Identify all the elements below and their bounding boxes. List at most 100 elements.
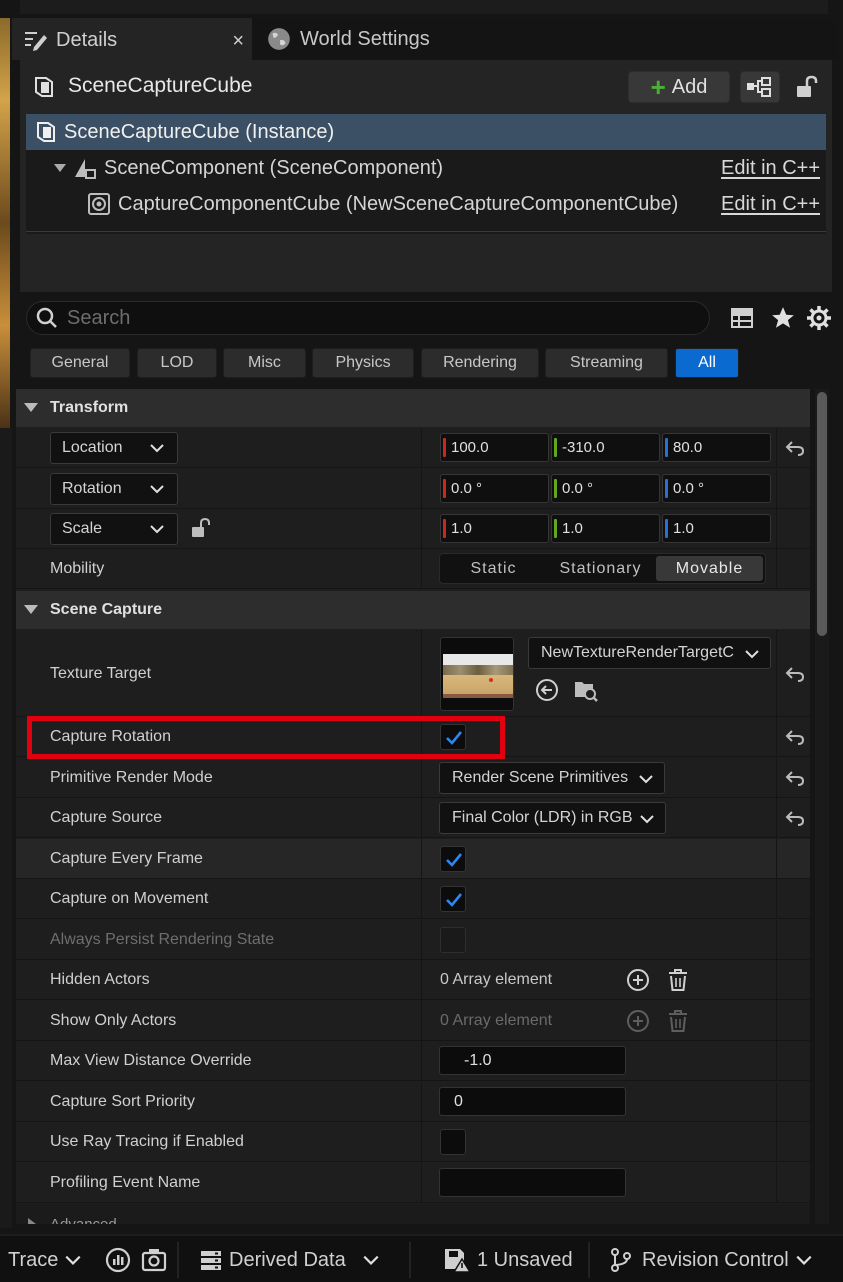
capture-every-frame-checkbox[interactable] [440,846,466,872]
mobility-movable[interactable]: Movable [656,556,763,581]
collapse-triangle-icon [24,605,38,614]
chevron-down-icon [640,815,654,824]
scale-y-field[interactable]: 1.0 [551,514,660,543]
location-mode-dropdown[interactable]: Location [50,432,178,464]
mobility-segmented-control: Static Stationary Movable [439,553,766,584]
property-row-primitive-render-mode: Primitive Render Mode Render Scene Primi… [16,758,810,798]
checkmark-icon [446,731,463,745]
tab-details[interactable]: Details × [12,18,252,60]
tab-world-settings[interactable]: World Settings [258,18,458,60]
rotation-x-field[interactable]: 0.0 ° [440,474,549,503]
location-x-field[interactable]: 100.0 [440,433,549,462]
field-value: 0.0 ° [451,480,483,497]
revision-control-menu[interactable]: Revision Control [610,1236,813,1282]
trace-menu[interactable]: Trace [8,1236,82,1282]
tree-item-capture-component[interactable]: CaptureComponentCube (NewSceneCaptureCom… [26,186,826,222]
filter-all[interactable]: All [675,348,739,378]
tree-item-label: SceneComponent (SceneComponent) [104,156,444,179]
tree-item-instance[interactable]: SceneCaptureCube (Instance) [26,114,826,150]
edit-in-cpp-link[interactable]: Edit in C++ [721,193,820,216]
search-input[interactable] [67,306,667,330]
chevron-down-icon [150,525,164,534]
reset-to-default-icon[interactable] [784,727,806,747]
mobility-static[interactable]: Static [440,554,547,583]
capture-source-dropdown[interactable]: Final Color (LDR) in RGB [439,802,666,834]
field-value: 80.0 [673,439,703,456]
dropdown-value: NewTextureRenderTargetC [541,644,734,661]
add-element-icon[interactable] [626,968,650,992]
texture-thumbnail[interactable] [440,637,514,711]
capture-on-movement-checkbox[interactable] [440,886,466,912]
browse-asset-icon[interactable] [573,677,599,703]
field-value: 100.0 [451,439,489,456]
unlock-icon[interactable] [794,74,820,100]
chevron-down-icon [65,1255,81,1265]
category-label: Scene Capture [50,601,163,618]
tree-item-label: SceneCaptureCube (Instance) [64,120,335,143]
profiling-event-name-field[interactable] [439,1168,626,1197]
screenshot-icon[interactable] [141,1247,167,1273]
filter-rendering[interactable]: Rendering [421,348,539,378]
property-row-capture-source: Capture Source Final Color (LDR) in RGB [16,798,810,838]
advanced-expander[interactable]: Advanced [16,1204,810,1224]
category-scene-capture[interactable]: Scene Capture [16,591,810,629]
checkmark-icon [446,893,463,907]
gear-icon[interactable] [806,305,832,331]
capture-sort-priority-field[interactable]: 0 [439,1087,626,1116]
chevron-down-icon [363,1255,379,1265]
close-icon[interactable]: × [232,30,244,53]
trace-record-icon[interactable] [105,1247,131,1273]
star-icon[interactable] [770,305,796,331]
property-label: Show Only Actors [50,1012,177,1029]
texture-target-dropdown[interactable]: NewTextureRenderTargetC [528,637,771,669]
property-row-capture-on-movement: Capture on Movement [16,879,810,919]
use-ray-tracing-checkbox[interactable] [440,1129,466,1155]
use-selected-asset-icon[interactable] [535,678,559,702]
reset-to-default-icon[interactable] [784,664,806,684]
location-z-field[interactable]: 80.0 [662,433,771,462]
property-row-always-persist: Always Persist Rendering State [16,920,810,960]
rotation-z-field[interactable]: 0.0 ° [662,474,771,503]
edit-in-cpp-link[interactable]: Edit in C++ [721,157,820,180]
property-matrix-icon[interactable] [730,306,754,330]
rotation-mode-dropdown[interactable]: Rotation [50,473,178,505]
scale-z-field[interactable]: 1.0 [662,514,771,543]
blueprint-icon [747,77,771,97]
unsaved-assets-button[interactable]: 1 Unsaved [443,1236,573,1282]
category-transform[interactable]: Transform [16,389,810,427]
filter-lod[interactable]: LOD [137,348,217,378]
expand-triangle-icon[interactable] [52,160,68,176]
field-value: 1.0 [673,520,694,537]
scrollbar-thumb[interactable] [817,392,827,636]
property-label: Primitive Render Mode [50,769,213,786]
filter-physics[interactable]: Physics [312,348,414,378]
filter-general[interactable]: General [30,348,130,378]
search-box[interactable] [26,301,710,335]
add-component-button[interactable]: + Add [628,71,730,103]
tree-item-scene-component[interactable]: SceneComponent (SceneComponent) Edit in … [26,150,826,186]
details-pencil-icon [25,32,47,51]
scale-mode-dropdown[interactable]: Scale [50,513,178,545]
derived-data-menu[interactable]: Derived Data [199,1236,380,1282]
max-view-distance-field[interactable]: -1.0 [439,1046,626,1075]
property-label: Use Ray Tracing if Enabled [50,1133,244,1150]
scale-x-field[interactable]: 1.0 [440,514,549,543]
unlock-icon[interactable] [190,517,212,539]
reset-to-default-icon[interactable] [784,808,806,828]
blueprint-button[interactable] [740,71,780,103]
primitive-render-mode-dropdown[interactable]: Render Scene Primitives [439,762,665,794]
derived-data-label: Derived Data [229,1248,346,1271]
combo-label: Rotation [62,480,122,497]
expand-triangle-icon [28,1218,36,1224]
filter-misc[interactable]: Misc [223,348,306,378]
trash-icon[interactable] [667,968,689,992]
mobility-stationary[interactable]: Stationary [547,554,654,583]
reset-to-default-icon[interactable] [784,768,806,788]
chevron-down-icon [745,650,759,659]
capture-rotation-checkbox[interactable] [440,724,466,750]
reset-to-default-icon[interactable] [784,438,806,458]
tree-item-label: CaptureComponentCube (NewSceneCaptureCom… [118,192,679,215]
location-y-field[interactable]: -310.0 [551,433,660,462]
rotation-y-field[interactable]: 0.0 ° [551,474,660,503]
filter-streaming[interactable]: Streaming [545,348,668,378]
